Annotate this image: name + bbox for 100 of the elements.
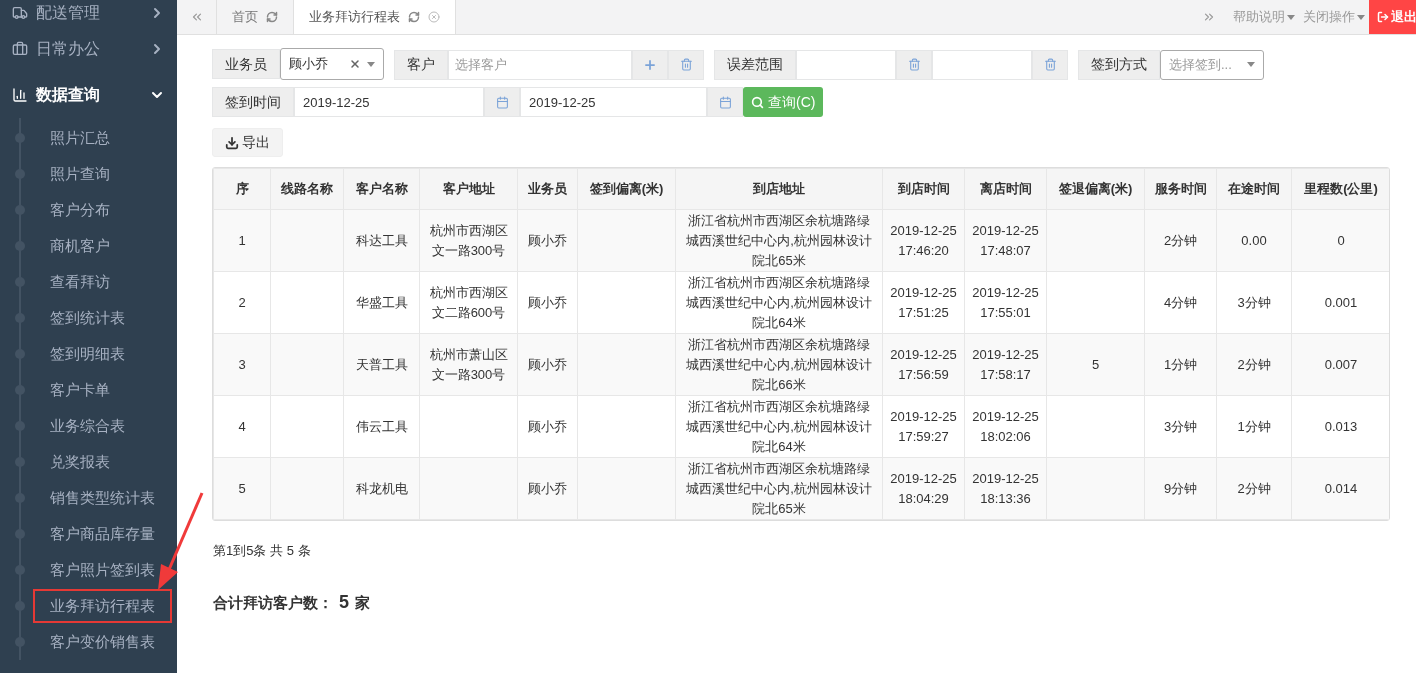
submenu-item[interactable]: 签到明细表 <box>33 336 142 372</box>
submenu-item[interactable]: 签到统计表 <box>33 300 142 336</box>
trash-icon <box>1043 58 1057 71</box>
table-cell: 2分钟 <box>1216 457 1292 520</box>
table-cell: 5 <box>213 457 271 520</box>
help-menu[interactable]: 帮助说明 <box>1229 0 1299 34</box>
column-header[interactable]: 签到偏离(米) <box>577 168 676 210</box>
delete-button[interactable] <box>896 49 932 80</box>
bar-chart-icon <box>12 87 28 103</box>
close-operations-menu[interactable]: 关闭操作 <box>1299 0 1369 34</box>
submenu-item[interactable]: 照片查询 <box>33 156 127 192</box>
sidebar-menu-item[interactable]: 配送管理 <box>0 0 177 26</box>
submenu-item[interactable]: 照片汇总 <box>33 120 127 156</box>
pagination-info: 第1到5条 共 5 条 <box>212 542 312 560</box>
column-header[interactable]: 客户名称 <box>343 168 420 210</box>
submenu-item[interactable]: 客户商品库存量 <box>33 516 172 552</box>
calendar-icon <box>718 95 732 109</box>
logout-icon <box>1377 11 1389 23</box>
table-cell: 2019-12-25 17:55:01 <box>964 271 1047 334</box>
column-header[interactable]: 线路名称 <box>270 168 344 210</box>
table-cell: 2019-12-25 17:51:25 <box>882 271 965 334</box>
table-cell: 4分钟 <box>1144 271 1217 334</box>
table-cell: 科龙机电 <box>343 457 420 520</box>
customer-input[interactable]: 选择客户 <box>448 49 632 80</box>
submenu-item[interactable]: 业务拜访行程表 <box>33 588 172 624</box>
column-header[interactable]: 客户地址 <box>419 168 518 210</box>
delete-button[interactable] <box>1032 49 1068 80</box>
plus-icon <box>643 57 657 72</box>
double-right-icon <box>1202 10 1216 24</box>
trash-icon <box>679 58 693 71</box>
caret-icon <box>367 61 375 67</box>
table-cell: 3 <box>213 333 271 396</box>
summary-unit: 家 <box>355 592 370 613</box>
table-cell: 2分钟 <box>1216 333 1292 396</box>
refresh-icon[interactable] <box>408 11 420 23</box>
table-cell: 浙江省杭州市西湖区余杭塘路绿城西溪世纪中心内,杭州园林设计院北65米 <box>675 209 883 272</box>
submenu-item[interactable]: 客户分布 <box>33 192 127 228</box>
submenu-item[interactable]: 客户卡单 <box>33 372 127 408</box>
table-cell: 3分钟 <box>1216 271 1292 334</box>
table-cell: 1分钟 <box>1144 333 1217 396</box>
column-header[interactable]: 序 <box>213 168 271 210</box>
submenu-item[interactable]: 兑奖报表 <box>33 444 127 480</box>
table-cell: 伟云工具 <box>343 395 420 458</box>
table-cell: 华盛工具 <box>343 271 420 334</box>
end-date-input[interactable]: 2019-12-25 <box>520 87 707 117</box>
column-header[interactable]: 里程数(公里) <box>1291 168 1389 210</box>
logout-button[interactable]: 退出 <box>1369 0 1416 34</box>
table-cell: 2019-12-25 18:13:36 <box>964 457 1047 520</box>
trash-icon <box>907 58 921 71</box>
table-cell: 2019-12-25 18:04:29 <box>882 457 965 520</box>
column-header[interactable]: 到店地址 <box>675 168 883 210</box>
export-button[interactable]: 导出 <box>212 128 283 157</box>
column-header[interactable]: 服务时间 <box>1144 168 1217 210</box>
column-header[interactable]: 签退偏离(米) <box>1046 168 1145 210</box>
sidebar-menu-item[interactable]: 日常办公 <box>0 26 177 72</box>
menu-label: 配送管理 <box>36 3 101 23</box>
error-range-max-input[interactable] <box>932 49 1032 80</box>
calendar-button[interactable] <box>707 87 743 117</box>
salesperson-label: 业务员 <box>212 49 280 79</box>
table-cell: 科达工具 <box>343 209 420 272</box>
sign-time-label: 签到时间 <box>212 87 294 117</box>
summary-count: 5 <box>339 590 349 614</box>
table-cell: 4 <box>213 395 271 458</box>
clear-icon[interactable] <box>349 58 361 70</box>
table-cell: 天普工具 <box>343 333 420 396</box>
caret-icon <box>1357 14 1365 20</box>
salesperson-select[interactable]: 顾小乔 <box>280 48 384 80</box>
submenu-item[interactable]: 客户照片签到表 <box>33 552 172 588</box>
table-cell: 2 <box>213 271 271 334</box>
menu-label: 日常办公 <box>36 39 101 59</box>
error-range-min-input[interactable] <box>796 49 896 80</box>
table-cell: 9分钟 <box>1144 457 1217 520</box>
column-header[interactable]: 在途时间 <box>1216 168 1292 210</box>
calendar-button[interactable] <box>484 87 520 117</box>
close-icon[interactable] <box>428 11 440 23</box>
calendar-icon <box>495 95 509 109</box>
sidebar-menu-item[interactable]: 数据查询 <box>0 72 177 118</box>
column-header[interactable]: 到店时间 <box>882 168 965 210</box>
table-cell: 顾小乔 <box>517 271 578 334</box>
table-cell: 杭州市西湖区文一路300号 <box>419 209 518 272</box>
table-cell: 1 <box>213 209 271 272</box>
customer-label: 客户 <box>394 49 448 80</box>
column-header[interactable]: 离店时间 <box>964 168 1047 210</box>
table-cell: 3分钟 <box>1144 395 1217 458</box>
submenu-item[interactable]: 查看拜访 <box>33 264 127 300</box>
menu-label: 数据查询 <box>36 85 101 105</box>
delete-button[interactable] <box>668 49 704 80</box>
submenu-item[interactable]: 销售类型统计表 <box>33 480 172 516</box>
page-tab[interactable]: 业务拜访行程表 <box>294 0 456 34</box>
submenu-item[interactable]: 客户变价销售表 <box>33 624 172 660</box>
add-button[interactable] <box>632 49 668 80</box>
table-cell: 杭州市西湖区文二路600号 <box>419 271 518 334</box>
refresh-icon[interactable] <box>266 11 278 23</box>
error-range-label: 误差范围 <box>714 49 796 80</box>
submenu-item[interactable]: 业务综合表 <box>33 408 142 444</box>
start-date-input[interactable]: 2019-12-25 <box>294 87 484 117</box>
table-cell: 顾小乔 <box>517 209 578 272</box>
sign-method-select[interactable]: 选择签到... <box>1160 49 1264 80</box>
submenu-item[interactable]: 商机客户 <box>33 228 127 264</box>
column-header[interactable]: 业务员 <box>517 168 578 210</box>
